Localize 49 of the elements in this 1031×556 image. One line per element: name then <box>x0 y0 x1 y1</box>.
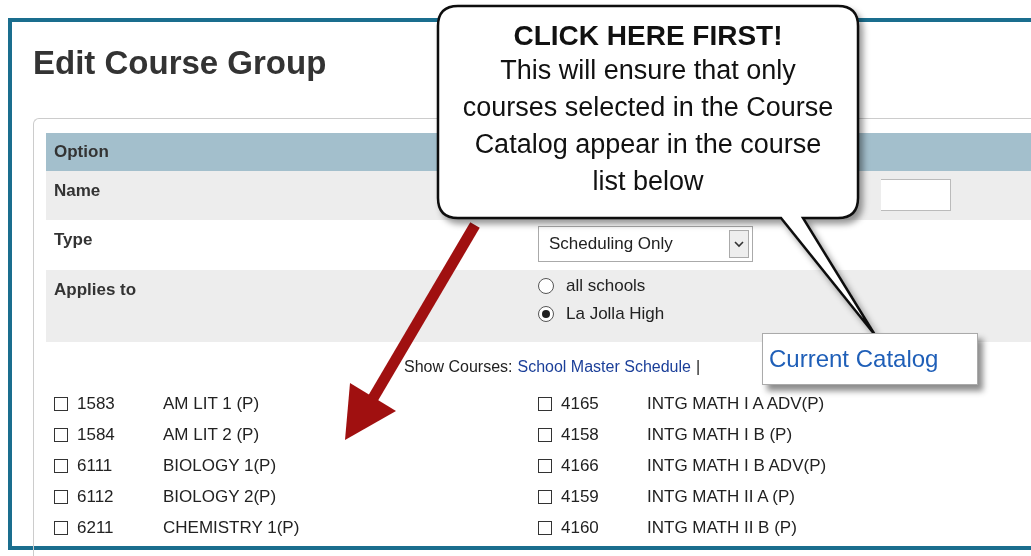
callout-heading: CLICK HERE FIRST! <box>513 20 783 52</box>
name-input-field[interactable] <box>881 179 951 211</box>
caret-icon <box>729 230 749 258</box>
show-courses-link[interactable]: School Master Schedule <box>517 358 691 376</box>
option-label: Applies to <box>54 279 138 301</box>
course-name: INTG MATH II B (P) <box>647 517 797 538</box>
course-code: 4165 <box>561 393 600 414</box>
radio-button[interactable] <box>538 306 554 322</box>
callout-text: This will ensure that only courses selected in the Course Catalog appear in the course list below <box>461 54 835 198</box>
course-checkbox[interactable] <box>54 489 68 504</box>
course-checkbox[interactable] <box>538 458 552 473</box>
course-name: INTG MATH I B ADV(P) <box>647 455 827 476</box>
course-checkbox[interactable] <box>54 458 68 473</box>
radio-option[interactable]: La Jolla High <box>538 304 1031 324</box>
radio-label: all schools <box>566 276 646 296</box>
course-name: BIOLOGY 1(P) <box>163 455 277 476</box>
course-code: 6211 <box>77 517 115 538</box>
course-checkbox[interactable] <box>538 427 552 442</box>
course-code: 4160 <box>561 517 600 538</box>
course-name: AM LIT 1 (P) <box>163 393 260 414</box>
course-checkbox[interactable] <box>538 489 552 504</box>
option-label: Type <box>54 229 94 251</box>
course-name: AM LIT 2 (P) <box>163 424 260 445</box>
show-courses-label: Show Courses: <box>404 358 513 376</box>
course-checkbox[interactable] <box>538 396 552 411</box>
radio-option[interactable]: all schools <box>538 276 1031 296</box>
course-checkbox[interactable] <box>54 427 68 442</box>
course-code: 4159 <box>561 486 600 507</box>
course-checkbox[interactable] <box>54 520 68 535</box>
radio-label: La Jolla High <box>566 304 665 324</box>
course-name: BIOLOGY 2(P) <box>163 486 277 507</box>
course-code: 4158 <box>561 424 600 445</box>
course-code: 6111 <box>77 455 114 476</box>
course-name: INTG MATH I B (P) <box>647 424 793 445</box>
course-checkbox[interactable] <box>538 520 552 535</box>
page-title: Edit Course Group <box>33 44 327 82</box>
course-checkbox[interactable] <box>54 396 68 411</box>
course-code: 1584 <box>77 424 116 445</box>
course-code: 1583 <box>77 393 116 414</box>
course-name: CHEMISTRY 1(P) <box>163 517 300 538</box>
type-select[interactable]: Scheduling Only <box>538 226 753 262</box>
link-separator: | <box>695 358 701 376</box>
course-code: 6112 <box>77 486 115 507</box>
course-name: INTG MATH I A ADV(P) <box>647 393 825 414</box>
current-catalog-link[interactable]: Current Catalog <box>762 333 978 385</box>
radio-button[interactable] <box>538 278 554 294</box>
option-label: Name <box>54 180 102 202</box>
course-name: INTG MATH II A (P) <box>647 486 795 507</box>
course-code: 4166 <box>561 455 600 476</box>
